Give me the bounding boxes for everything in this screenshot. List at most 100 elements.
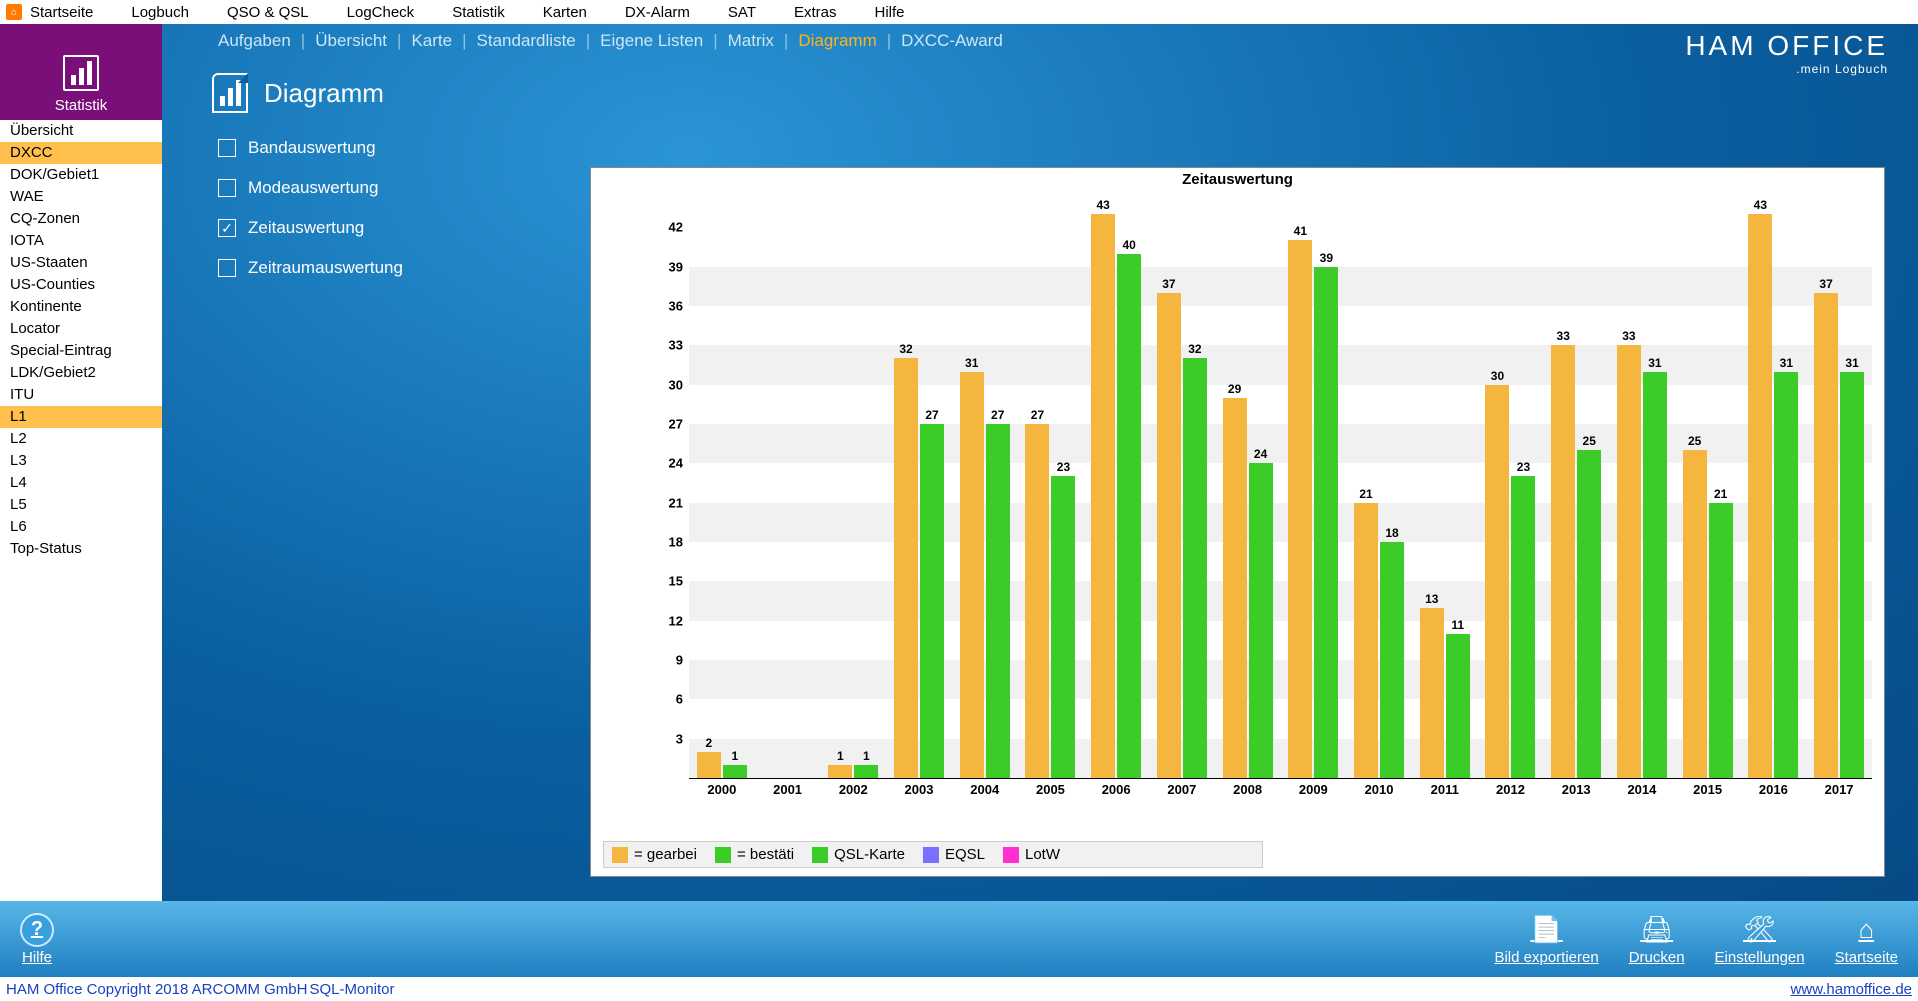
- year-group: 1311: [1412, 188, 1478, 778]
- sidebar-item[interactable]: Übersicht: [0, 120, 162, 142]
- bar: 31: [960, 372, 984, 778]
- option-label: Bandauswertung: [248, 138, 376, 158]
- sidebar-item[interactable]: DOK/Gebiet1: [0, 164, 162, 186]
- menu-item[interactable]: SAT: [728, 4, 756, 21]
- x-tick: 2003: [886, 779, 952, 800]
- subtab[interactable]: Eigene Listen: [600, 31, 703, 51]
- menu-item[interactable]: Startseite: [30, 4, 93, 21]
- x-tick: 2007: [1149, 779, 1215, 800]
- sidebar-item[interactable]: Locator: [0, 318, 162, 340]
- menu-item[interactable]: Extras: [794, 4, 837, 21]
- year-group: 3127: [952, 188, 1018, 778]
- bar: 30: [1485, 385, 1509, 778]
- bar: 11: [1446, 634, 1470, 778]
- x-tick: 2009: [1280, 779, 1346, 800]
- menu-item[interactable]: Statistik: [452, 4, 505, 21]
- bar: 21: [1709, 503, 1733, 778]
- year-group: 3325: [1543, 188, 1609, 778]
- bar: 27: [986, 424, 1010, 778]
- bar: 37: [1814, 293, 1838, 778]
- legend-item: EQSL: [923, 846, 985, 863]
- sidebar-item[interactable]: CQ-Zonen: [0, 208, 162, 230]
- bar: 25: [1683, 450, 1707, 778]
- option-label: Zeitauswertung: [248, 218, 364, 238]
- chart-plot-area: 3691215182124273033363942 21113227312727…: [641, 188, 1872, 778]
- help-label: Hilfe: [22, 949, 52, 966]
- sidebar-item[interactable]: Special-Eintrag: [0, 340, 162, 362]
- bar-chart-icon: [63, 55, 99, 91]
- sidebar-item[interactable]: US-Staaten: [0, 252, 162, 274]
- help-icon: ?: [20, 913, 54, 947]
- menu-item[interactable]: QSO & QSL: [227, 4, 309, 21]
- year-group: 3731: [1806, 188, 1872, 778]
- toolbar-button[interactable]: 🖨Drucken: [1629, 913, 1685, 966]
- year-group: 3331: [1609, 188, 1675, 778]
- sidebar-item[interactable]: WAE: [0, 186, 162, 208]
- sidebar-item[interactable]: ITU: [0, 384, 162, 406]
- settings-icon: 🛠: [1743, 913, 1777, 947]
- sidebar-header-label: Statistik: [55, 97, 108, 114]
- menu-item[interactable]: DX-Alarm: [625, 4, 690, 21]
- sidebar-item[interactable]: L6: [0, 516, 162, 538]
- year-group: [755, 188, 821, 778]
- x-tick: 2002: [820, 779, 886, 800]
- chart-x-axis: 2000200120022003200420052006200720082009…: [689, 778, 1872, 800]
- chart-legend: = gearbei= bestätiQSL-KarteEQSLLotW: [603, 841, 1263, 868]
- subtab[interactable]: DXCC-Award: [901, 31, 1003, 51]
- sidebar-item[interactable]: Top-Status: [0, 538, 162, 560]
- subtab[interactable]: Matrix: [728, 31, 774, 51]
- bar: 40: [1117, 254, 1141, 778]
- sidebar-item[interactable]: Kontinente: [0, 296, 162, 318]
- sidebar-item[interactable]: L5: [0, 494, 162, 516]
- subtab[interactable]: Aufgaben: [218, 31, 291, 51]
- bar: 31: [1643, 372, 1667, 778]
- sql-monitor-label[interactable]: SQL-Monitor: [309, 981, 394, 998]
- subtab[interactable]: Übersicht: [315, 31, 387, 51]
- sidebar-item[interactable]: L4: [0, 472, 162, 494]
- sidebar-item[interactable]: LDK/Gebiet2: [0, 362, 162, 384]
- bar: 23: [1511, 476, 1535, 778]
- legend-item: = bestäti: [715, 846, 794, 863]
- home-icon: ⌂: [1849, 913, 1883, 947]
- chart-panel: Zeitauswertung 3691215182124273033363942…: [590, 167, 1885, 877]
- option-label: Zeitraumauswertung: [248, 258, 403, 278]
- chart-option[interactable]: Bandauswertung: [218, 128, 1918, 168]
- menu-item[interactable]: LogCheck: [347, 4, 415, 21]
- year-group: 4340: [1083, 188, 1149, 778]
- website-link[interactable]: www.hamoffice.de: [1791, 981, 1912, 998]
- content-area: HAM OFFICE .mein Logbuch Aufgaben|Übersi…: [162, 24, 1918, 901]
- toolbar-button[interactable]: 📄Bild exportieren: [1494, 913, 1598, 966]
- sidebar-list: ÜbersichtDXCCDOK/Gebiet1WAECQ-ZonenIOTAU…: [0, 120, 162, 901]
- checkbox-icon: [218, 179, 236, 197]
- subtab[interactable]: Karte: [411, 31, 452, 51]
- sub-tabs: Aufgaben|Übersicht|Karte|Standardliste|E…: [162, 24, 1918, 58]
- year-group: 4331: [1741, 188, 1807, 778]
- subtab[interactable]: Standardliste: [477, 31, 576, 51]
- sidebar-item[interactable]: L1: [0, 406, 162, 428]
- year-group: 2723: [1018, 188, 1084, 778]
- help-button[interactable]: ? Hilfe: [20, 913, 54, 966]
- chart-file-icon: [212, 73, 248, 113]
- bar: 23: [1051, 476, 1075, 778]
- toolbar-button[interactable]: ⌂Startseite: [1835, 913, 1898, 966]
- sidebar-item[interactable]: L2: [0, 428, 162, 450]
- sidebar-header: Statistik: [0, 24, 162, 120]
- bar: 31: [1840, 372, 1864, 778]
- sidebar-item[interactable]: US-Counties: [0, 274, 162, 296]
- menu-item[interactable]: Karten: [543, 4, 587, 21]
- sidebar-item[interactable]: IOTA: [0, 230, 162, 252]
- x-tick: 2000: [689, 779, 755, 800]
- bar: 1: [723, 765, 747, 778]
- chart-bars: 2111322731272723434037322924413921181311…: [689, 188, 1872, 778]
- subtab[interactable]: Diagramm: [798, 31, 876, 51]
- sidebar-item[interactable]: L3: [0, 450, 162, 472]
- toolbar-button[interactable]: 🛠Einstellungen: [1715, 913, 1805, 966]
- x-tick: 2011: [1412, 779, 1478, 800]
- menu-item[interactable]: Hilfe: [875, 4, 905, 21]
- bar: 25: [1577, 450, 1601, 778]
- menu-item[interactable]: Logbuch: [131, 4, 189, 21]
- sidebar: Statistik ÜbersichtDXCCDOK/Gebiet1WAECQ-…: [0, 24, 162, 901]
- app-logo-icon: ⌂: [6, 4, 22, 20]
- brand-block: HAM OFFICE .mein Logbuch: [1685, 30, 1888, 76]
- sidebar-item[interactable]: DXCC: [0, 142, 162, 164]
